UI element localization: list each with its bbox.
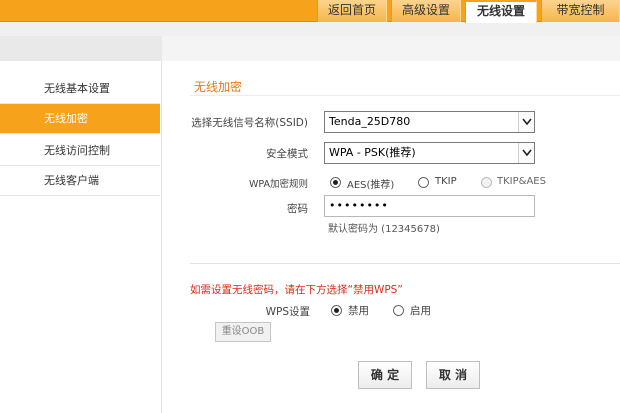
- security-mode-label: 安全模式: [266, 148, 308, 160]
- chevron-down-icon: [518, 143, 534, 163]
- section-divider-2: [190, 263, 620, 264]
- rule-aes-radio[interactable]: [330, 177, 341, 188]
- sidebar-item-encryption[interactable]: 无线加密: [0, 104, 160, 134]
- ssid-select[interactable]: Tenda_25D780: [324, 111, 535, 133]
- wps-label: WPS设置: [265, 306, 310, 318]
- sidebar-header-band: [0, 36, 162, 61]
- default-password-hint: 默认密码为 (12345678): [328, 224, 440, 235]
- password-input[interactable]: ••••••••: [324, 195, 535, 217]
- wps-enable-radio[interactable]: [393, 305, 404, 316]
- ssid-select-value: Tenda_25D780: [329, 115, 411, 128]
- confirm-button[interactable]: 确 定: [358, 361, 412, 389]
- chevron-down-icon: [518, 112, 534, 132]
- sidebar-item-access-control[interactable]: 无线访问控制: [0, 136, 160, 166]
- tab-home[interactable]: 返回首页: [317, 0, 387, 22]
- rule-tkip-radio[interactable]: [418, 177, 429, 188]
- rule-tkip-aes-radio[interactable]: [481, 177, 492, 188]
- section-divider: [190, 95, 620, 96]
- wpa-rule-label: WPA加密规则: [248, 179, 308, 190]
- wps-warning: 如需设置无线密码，请在下方选择“禁用WPS”: [190, 284, 403, 296]
- wps-enable-label: 启用: [410, 305, 431, 317]
- top-nav-shadow: [0, 22, 620, 36]
- wps-disable-radio[interactable]: [331, 305, 342, 316]
- sidebar-item-basic[interactable]: 无线基本设置: [0, 74, 160, 104]
- tab-wireless[interactable]: 无线设置: [465, 0, 537, 23]
- password-label: 密码: [287, 203, 308, 215]
- cancel-button[interactable]: 取 消: [426, 361, 480, 389]
- section-title: 无线加密: [194, 80, 243, 94]
- tab-advanced[interactable]: 高级设置: [391, 0, 461, 22]
- rule-tkip-label: TKIP: [435, 176, 457, 187]
- security-mode-select[interactable]: WPA - PSK(推荐): [324, 142, 535, 164]
- rule-aes-label: AES(推荐): [347, 180, 395, 191]
- security-mode-value: WPA - PSK(推荐): [329, 146, 416, 159]
- reset-oob-button[interactable]: 重设OOB: [215, 322, 271, 342]
- rule-tkip-aes-label: TKIP&AES: [497, 176, 546, 187]
- ssid-label: 选择无线信号名称(SSID): [191, 117, 308, 129]
- sidebar-item-clients[interactable]: 无线客户端: [0, 166, 160, 196]
- tab-bandwidth[interactable]: 带宽控制: [541, 0, 620, 22]
- wps-disable-label: 禁用: [348, 305, 369, 317]
